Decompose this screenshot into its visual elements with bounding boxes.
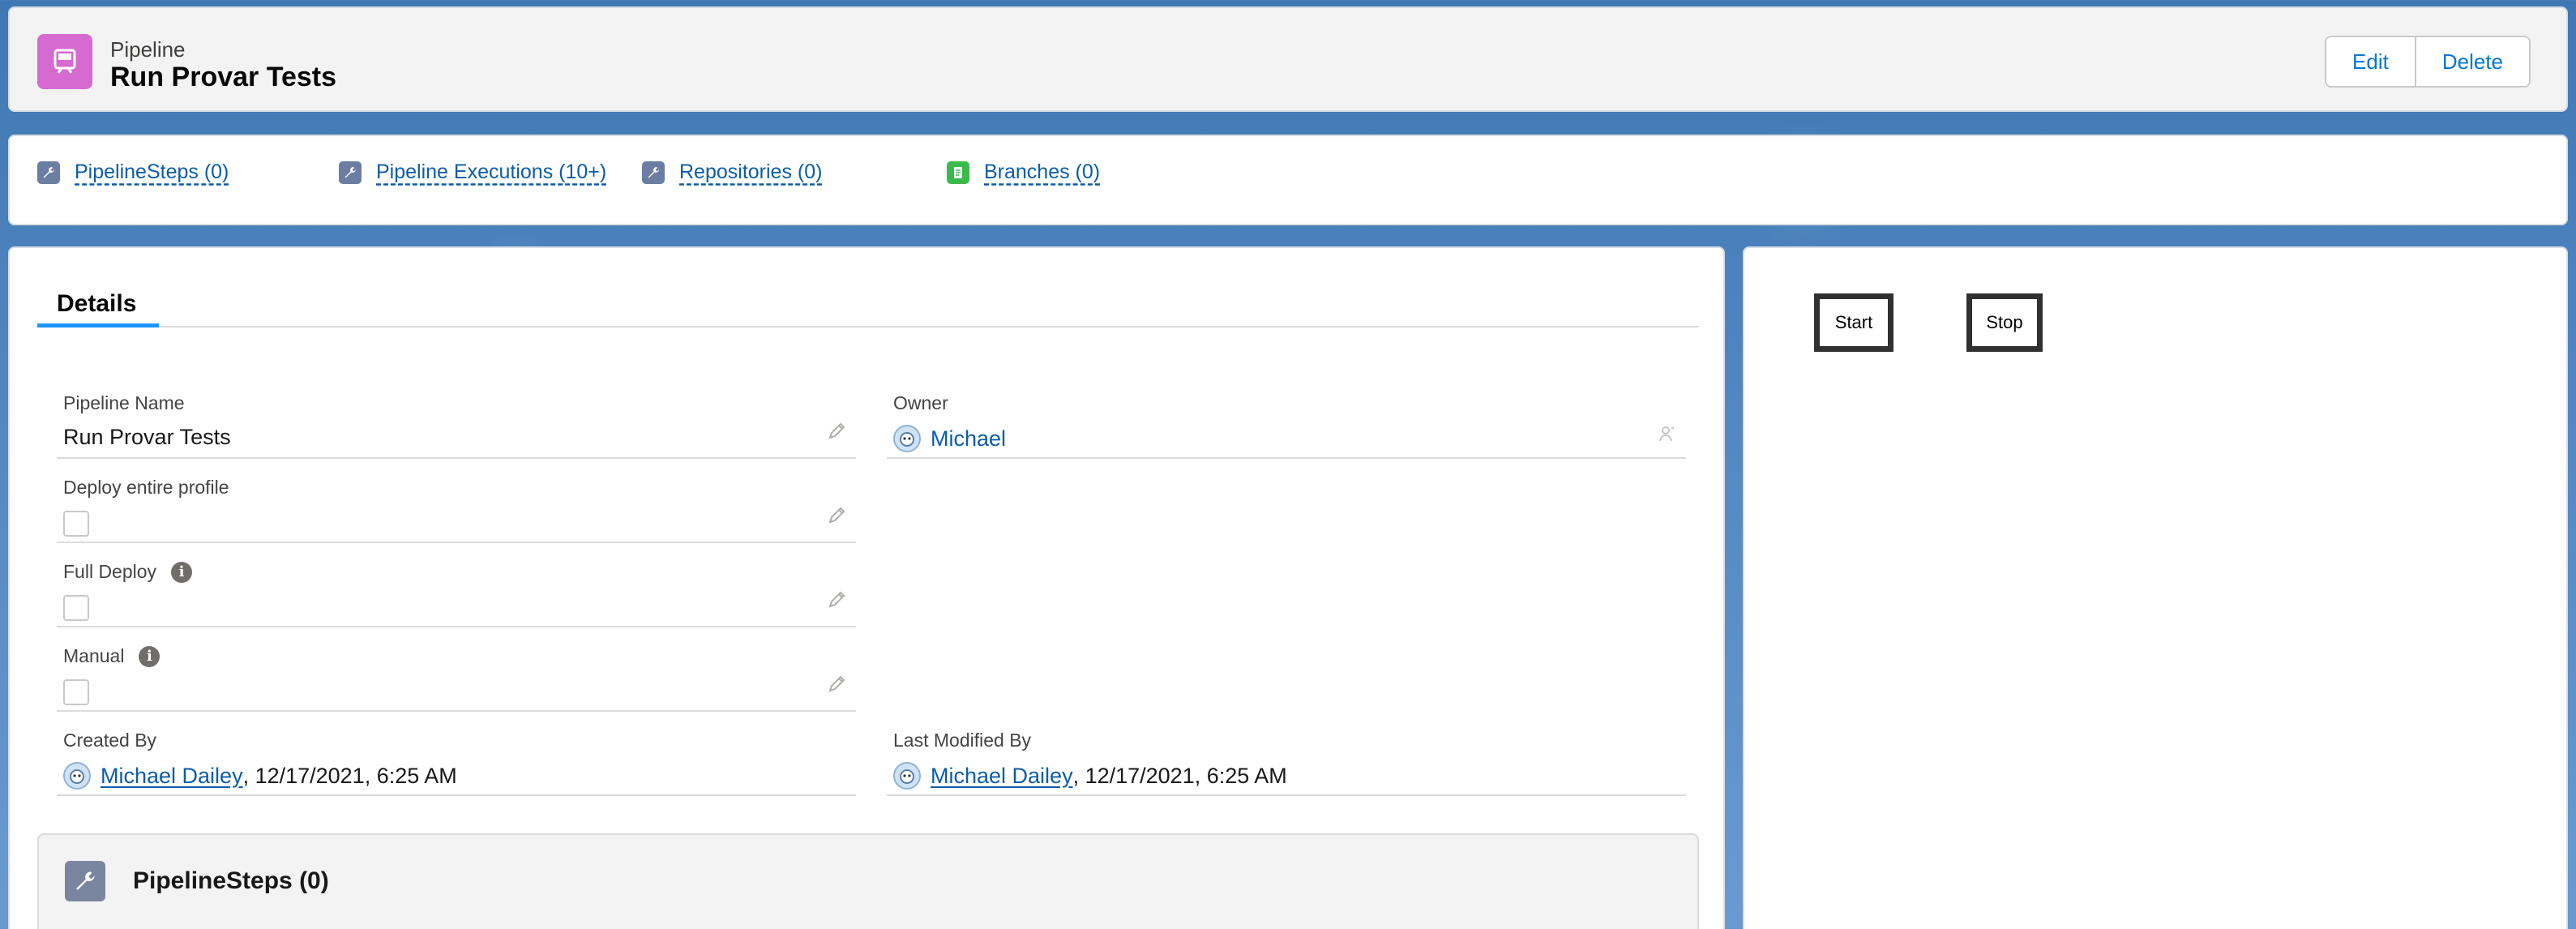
start-button[interactable]: Start xyxy=(1814,293,1893,352)
pencil-icon[interactable] xyxy=(827,422,848,443)
field-label-text: Manual xyxy=(63,645,125,666)
wrench-icon xyxy=(339,161,362,184)
created-by-user-link[interactable]: Michael Dailey xyxy=(101,764,243,789)
page-title: Run Provar Tests xyxy=(110,62,337,92)
field-label: Full Deploy i xyxy=(63,561,193,583)
pipeline-controls-card: Start Stop xyxy=(1743,246,2568,929)
created-date: , 12/17/2021, 6:25 AM xyxy=(242,763,457,788)
full-deploy-checkbox[interactable] xyxy=(63,595,89,621)
quick-link-branches[interactable]: Branches (0) xyxy=(947,161,1100,184)
field-value xyxy=(63,595,89,621)
field-label: Pipeline Name xyxy=(63,392,185,413)
change-owner-icon[interactable] xyxy=(1657,423,1678,444)
details-card: Details Pipeline Name Run Provar Tests O… xyxy=(8,246,1725,929)
tab-details[interactable]: Details xyxy=(37,277,159,328)
quick-link-label[interactable]: Branches (0) xyxy=(984,161,1100,184)
field-label: Manual i xyxy=(63,645,160,667)
field-label: Last Modified By xyxy=(893,730,1032,751)
field-full-deploy: Full Deploy i xyxy=(57,543,856,627)
field-last-modified-by: Last Modified By Michael Dailey , 12/17/… xyxy=(887,712,1686,796)
pencil-icon[interactable] xyxy=(827,590,848,611)
related-list-pipelinesteps: PipelineSteps (0) xyxy=(37,833,1699,929)
field-created-by: Created By Michael Dailey , 12/17/2021, … xyxy=(57,712,856,796)
pencil-icon[interactable] xyxy=(827,506,848,527)
pencil-icon[interactable] xyxy=(827,674,848,696)
pipeline-icon xyxy=(37,34,92,89)
avatar xyxy=(893,425,921,452)
field-value xyxy=(63,511,89,537)
avatar xyxy=(63,762,91,790)
field-label: Deploy entire profile xyxy=(63,477,229,498)
field-value: Michael Dailey , 12/17/2021, 6:25 AM xyxy=(893,762,1287,790)
tab-bar: Details xyxy=(37,277,1699,328)
wrench-icon xyxy=(37,161,60,184)
field-label-text: Full Deploy xyxy=(63,561,157,582)
info-icon[interactable]: i xyxy=(171,561,193,583)
field-owner: Owner Michael xyxy=(887,375,1686,459)
field-label: Owner xyxy=(893,392,948,413)
field-label: Created By xyxy=(63,730,157,751)
delete-button[interactable]: Delete xyxy=(2416,37,2529,86)
field-value xyxy=(63,679,89,705)
deploy-profile-checkbox[interactable] xyxy=(63,511,89,537)
field-manual: Manual i xyxy=(57,627,856,712)
manual-checkbox[interactable] xyxy=(63,679,89,705)
related-list-title[interactable]: PipelineSteps (0) xyxy=(133,867,329,895)
owner-link[interactable]: Michael xyxy=(931,426,1006,452)
quick-link-label[interactable]: Repositories (0) xyxy=(679,161,822,184)
info-icon[interactable]: i xyxy=(139,645,160,667)
wrench-icon xyxy=(642,161,665,184)
last-modified-user-link[interactable]: Michael Dailey xyxy=(931,764,1073,789)
quick-link-pipeline-executions[interactable]: Pipeline Executions (10+) xyxy=(339,161,606,184)
last-modified-date: , 12/17/2021, 6:25 AM xyxy=(1072,763,1287,788)
related-list-quick-links: PipelineSteps (0) Pipeline Executions (1… xyxy=(8,135,2568,225)
object-type-label: Pipeline xyxy=(110,37,186,62)
edit-button[interactable]: Edit xyxy=(2326,37,2416,86)
field-pipeline-name: Pipeline Name Run Provar Tests xyxy=(57,375,856,459)
record-header: Pipeline Run Provar Tests Edit Delete xyxy=(8,6,2568,112)
quick-link-label[interactable]: PipelineSteps (0) xyxy=(75,161,229,184)
quick-link-repositories[interactable]: Repositories (0) xyxy=(642,161,822,184)
header-actions: Edit Delete xyxy=(2325,36,2531,88)
field-deploy-entire-profile: Deploy entire profile xyxy=(57,459,856,543)
wrench-icon xyxy=(65,861,105,901)
quick-link-pipelinesteps[interactable]: PipelineSteps (0) xyxy=(37,161,229,184)
document-icon xyxy=(947,161,969,184)
quick-link-label[interactable]: Pipeline Executions (10+) xyxy=(376,161,606,184)
field-value: Michael xyxy=(893,425,1006,452)
stop-button[interactable]: Stop xyxy=(1966,293,2043,352)
avatar xyxy=(893,762,921,790)
field-value: Run Provar Tests xyxy=(63,425,231,449)
field-value: Michael Dailey , 12/17/2021, 6:25 AM xyxy=(63,762,457,790)
